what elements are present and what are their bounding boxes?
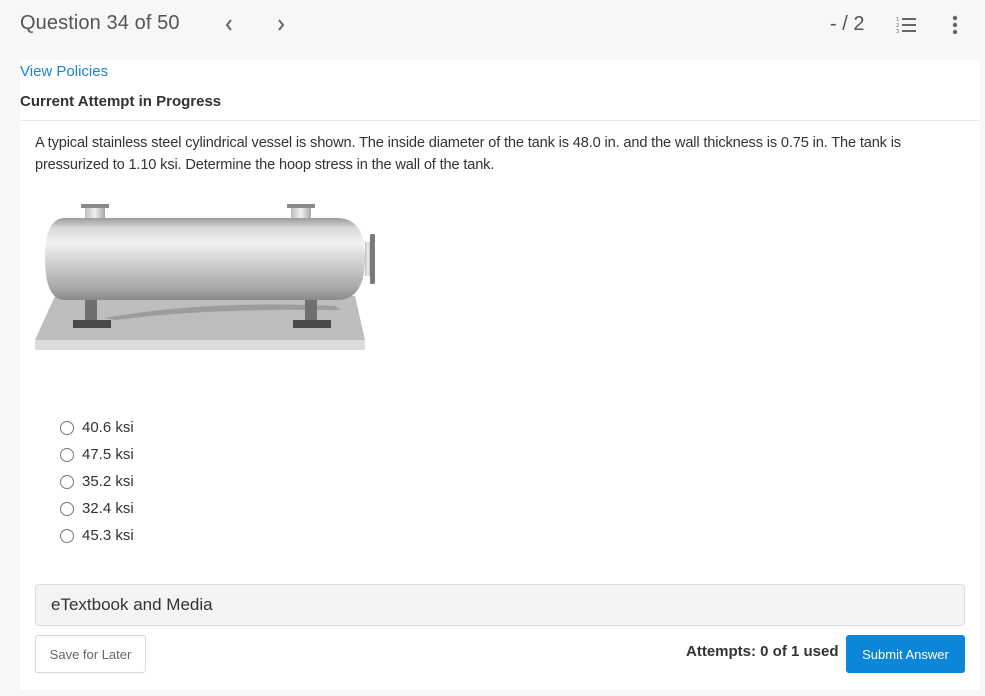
view-policies-link[interactable]: View Policies	[20, 63, 108, 80]
chevron-left-icon	[225, 19, 232, 31]
radio-button[interactable]	[60, 528, 74, 543]
radio-button[interactable]	[60, 501, 74, 516]
answer-choice[interactable]: 40.6 ksi	[60, 414, 134, 441]
answer-choice[interactable]: 45.3 ksi	[60, 522, 134, 549]
vertical-ellipsis-icon	[952, 15, 958, 35]
radio-button[interactable]	[60, 474, 74, 489]
question-list-button[interactable]: 1 2 3	[896, 15, 918, 35]
answer-choices: 40.6 ksi 47.5 ksi 35.2 ksi 32.4 ksi 45.3…	[60, 414, 134, 549]
answer-choice[interactable]: 35.2 ksi	[60, 468, 134, 495]
choice-label: 35.2 ksi	[82, 473, 134, 490]
choice-label: 40.6 ksi	[82, 419, 134, 436]
next-question-button[interactable]	[271, 14, 291, 36]
pressure-vessel-figure	[35, 190, 380, 360]
attempt-status-heading: Current Attempt in Progress	[20, 93, 222, 110]
radio-button[interactable]	[60, 420, 74, 435]
save-for-later-button[interactable]: Save for Later	[35, 635, 146, 673]
chevron-right-icon	[278, 19, 285, 31]
choice-label: 47.5 ksi	[82, 446, 134, 463]
pressure-vessel-image	[35, 204, 375, 350]
score-display: - / 2	[830, 13, 865, 35]
attempts-counter: Attempts: 0 of 1 used	[686, 643, 839, 660]
submit-answer-button[interactable]: Submit Answer	[846, 635, 965, 673]
question-title: Question 34 of 50	[20, 12, 180, 34]
numbered-list-icon: 1 2 3	[896, 17, 916, 35]
tank-shell	[45, 218, 365, 300]
question-card: View Policies Current Attempt in Progres…	[20, 60, 980, 690]
svg-text:3: 3	[896, 29, 899, 35]
answer-choice[interactable]: 32.4 ksi	[60, 495, 134, 522]
radio-button[interactable]	[60, 447, 74, 462]
end-flange	[370, 234, 375, 284]
choice-label: 45.3 ksi	[82, 527, 134, 544]
previous-question-button[interactable]	[219, 14, 239, 36]
question-text: A typical stainless steel cylindrical ve…	[35, 135, 901, 173]
question-header: Question 34 of 50 - / 2 1 2 3	[0, 0, 985, 50]
more-options-button[interactable]	[948, 14, 962, 36]
choice-label: 32.4 ksi	[82, 500, 134, 517]
etextbook-media-panel[interactable]: eTextbook and Media	[35, 584, 965, 626]
answer-choice[interactable]: 47.5 ksi	[60, 441, 134, 468]
divider	[20, 120, 980, 121]
